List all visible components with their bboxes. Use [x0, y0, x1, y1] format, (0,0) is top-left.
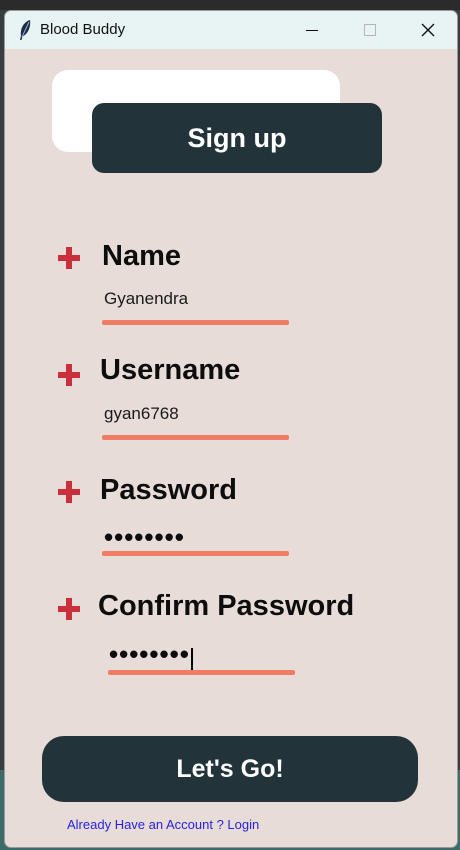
- close-icon: [421, 23, 435, 37]
- maximize-button[interactable]: [341, 11, 399, 49]
- required-plus-icon: [58, 481, 80, 503]
- minimize-icon: [306, 29, 318, 31]
- feather-icon: [20, 20, 31, 40]
- minimize-button[interactable]: [283, 11, 341, 49]
- signup-form: Sign up Name Gyanendra Username gyan6768…: [5, 49, 457, 847]
- maximize-icon: [364, 24, 376, 36]
- password-underline: [102, 551, 289, 556]
- password-label: Password: [100, 474, 237, 506]
- username-label: Username: [100, 354, 241, 386]
- username-underline: [102, 435, 289, 440]
- close-button[interactable]: [399, 11, 457, 49]
- text-caret: [190, 647, 193, 670]
- name-label: Name: [102, 240, 181, 272]
- desktop-top: [0, 0, 460, 10]
- title-bar[interactable]: Blood Buddy: [5, 11, 457, 49]
- required-plus-icon: [58, 247, 80, 269]
- username-input[interactable]: gyan6768: [104, 404, 179, 424]
- confirm-password-underline: [108, 670, 295, 675]
- confirm-password-label: Confirm Password: [98, 590, 355, 622]
- name-input[interactable]: Gyanendra: [104, 289, 188, 309]
- login-link[interactable]: Already Have an Account ? Login: [67, 817, 259, 832]
- app-window: Blood Buddy Sign up Name Gyanendra Usern…: [4, 10, 458, 848]
- confirm-password-input[interactable]: ••••••••: [109, 641, 193, 670]
- window-title: Blood Buddy: [40, 21, 126, 38]
- confirm-password-value: ••••••••: [109, 639, 190, 669]
- required-plus-icon: [58, 364, 80, 386]
- password-input[interactable]: ••••••••: [104, 524, 185, 550]
- signup-header-button[interactable]: Sign up: [92, 103, 382, 173]
- required-plus-icon: [58, 598, 80, 620]
- submit-button[interactable]: Let's Go!: [42, 736, 418, 802]
- name-underline: [102, 320, 289, 325]
